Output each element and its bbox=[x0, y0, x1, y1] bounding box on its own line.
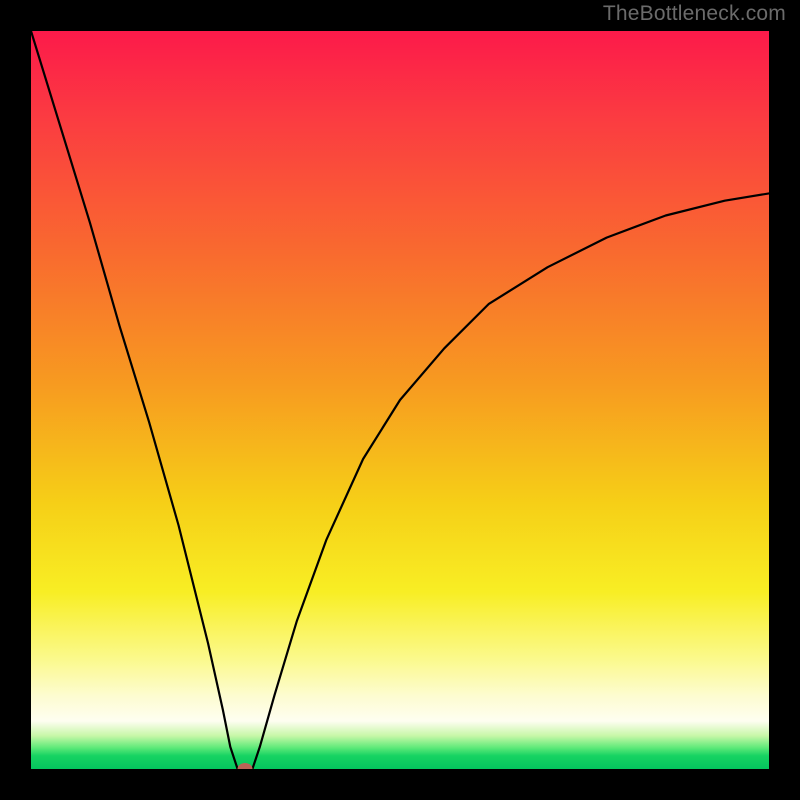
curve-layer bbox=[31, 31, 769, 769]
bottleneck-curve bbox=[31, 31, 769, 769]
minimum-marker bbox=[238, 763, 253, 769]
watermark-text: TheBottleneck.com bbox=[603, 2, 786, 26]
plot-area bbox=[31, 31, 769, 769]
chart-frame: TheBottleneck.com bbox=[0, 0, 800, 800]
